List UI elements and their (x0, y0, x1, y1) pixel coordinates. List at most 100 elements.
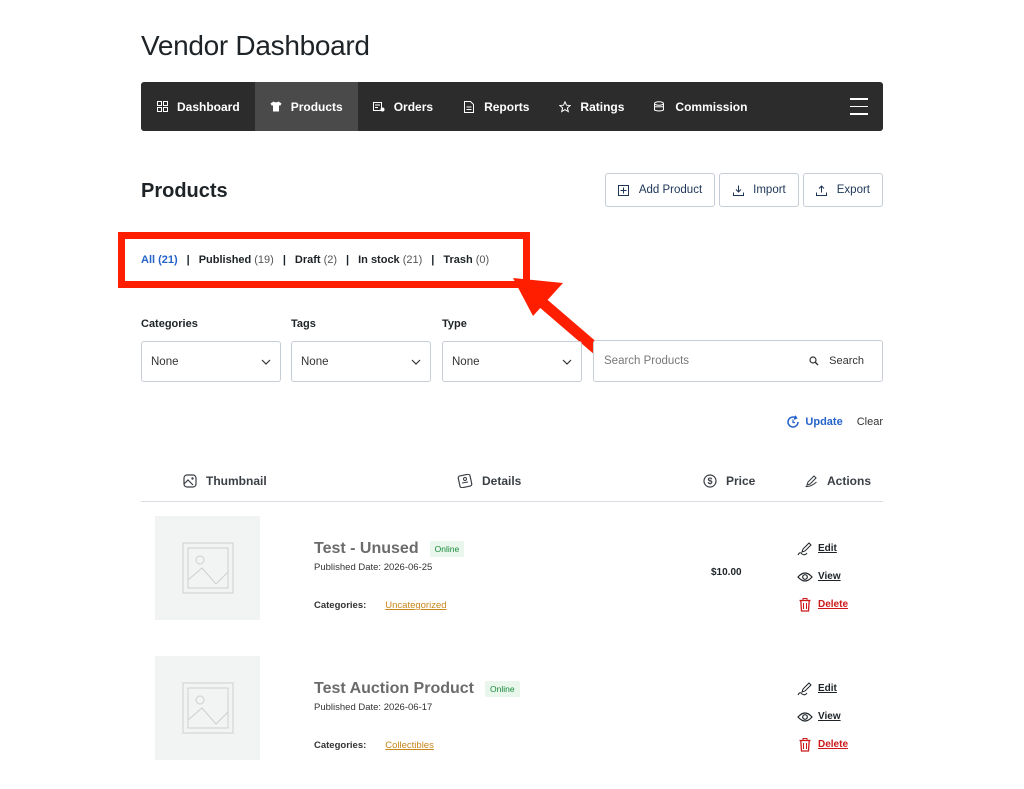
view-label: View (818, 571, 841, 582)
upload-icon (816, 184, 828, 196)
nav-label: Reports (484, 99, 530, 114)
pencil-circle-icon (804, 474, 818, 488)
product-name[interactable]: Test - Unused Online (314, 540, 465, 558)
pencil-icon (797, 541, 813, 556)
svg-text:$: $ (707, 476, 712, 486)
product-thumbnail[interactable] (155, 516, 260, 620)
chevron-down-icon (261, 356, 271, 368)
download-icon (732, 184, 744, 196)
categories-select[interactable]: None (141, 341, 281, 382)
update-label: Update (805, 416, 843, 428)
product-categories: Categories: Uncategorized (314, 600, 447, 611)
column-label: Thumbnail (206, 474, 267, 488)
add-product-button[interactable]: Add Product (604, 173, 716, 207)
products-table-header: Thumbnail Details $ Price Actions (141, 472, 883, 502)
status-badge: Online (429, 541, 465, 557)
select-value: None (301, 355, 329, 368)
row-actions: Edit View Delete (797, 540, 848, 613)
search-button[interactable]: Search (799, 355, 882, 367)
nav-label: Dashboard (177, 99, 240, 114)
column-thumbnail: Thumbnail (183, 474, 267, 488)
add-product-label: Add Product (638, 184, 703, 196)
annotation-highlight-box (118, 232, 530, 288)
nav-item-reports[interactable]: Reports (448, 82, 544, 131)
nav-item-ratings[interactable]: Ratings (544, 82, 639, 131)
edit-link[interactable]: Edit (797, 540, 848, 557)
trash-icon (797, 597, 813, 612)
export-label: Export (836, 184, 870, 196)
row-actions: Edit View Delete (797, 680, 848, 753)
nav-label: Commission (675, 99, 748, 114)
published-date: Published Date: 2026-06-25 (314, 562, 433, 573)
product-name-text: Test - Unused (314, 540, 419, 557)
column-price: $ Price (703, 474, 755, 488)
pencil-icon (797, 681, 813, 696)
report-file-icon (463, 100, 475, 113)
orders-icon (372, 101, 385, 113)
search-input[interactable] (594, 355, 800, 367)
tags-filter-label: Tags (291, 318, 316, 330)
product-name-text: Test Auction Product (314, 680, 474, 697)
nav-item-commission[interactable]: Commission (639, 82, 762, 131)
product-price: $10.00 (711, 567, 742, 578)
product-name[interactable]: Test Auction Product Online (314, 680, 520, 698)
star-icon (559, 100, 572, 113)
type-filter-label: Type (442, 318, 467, 330)
table-row: Test - Unused Online Published Date: 202… (141, 516, 883, 626)
categories-filter-label: Categories (141, 318, 198, 330)
column-label: Price (726, 474, 756, 488)
status-badge: Online (485, 681, 520, 697)
eye-icon (797, 711, 813, 723)
update-button[interactable]: Update (786, 415, 843, 429)
product-thumbnail[interactable] (155, 656, 260, 760)
trash-icon (797, 737, 813, 752)
view-link[interactable]: View (797, 568, 848, 585)
page-title: Vendor Dashboard (141, 30, 370, 61)
edit-link[interactable]: Edit (797, 680, 848, 697)
nav-label: Orders (393, 99, 434, 114)
delete-label: Delete (818, 739, 849, 750)
details-card-icon (457, 474, 473, 488)
search-button-label: Search (829, 355, 864, 367)
view-label: View (818, 711, 841, 722)
nav-item-products[interactable]: Products (254, 82, 358, 131)
tags-select[interactable]: None (291, 341, 431, 382)
select-value: None (151, 355, 179, 368)
clear-button[interactable]: Clear (857, 416, 883, 428)
dollar-circle-icon: $ (703, 474, 717, 488)
column-label: Actions (827, 474, 872, 488)
nav-label: Products (290, 99, 343, 114)
import-label: Import (753, 184, 786, 196)
category-link[interactable]: Collectibles (385, 740, 434, 751)
tshirt-icon (270, 101, 282, 113)
import-button[interactable]: Import (719, 173, 799, 207)
product-actions-toolbar: Add Product Import Export (604, 173, 883, 207)
chevron-down-icon (411, 356, 421, 368)
image-icon (183, 474, 197, 488)
delete-link[interactable]: Delete (797, 736, 848, 753)
select-value: None (452, 355, 480, 368)
type-select[interactable]: None (442, 341, 582, 382)
refresh-icon (786, 415, 800, 429)
nav-item-orders[interactable]: Orders (358, 82, 448, 131)
chevron-down-icon (562, 356, 572, 368)
delete-label: Delete (818, 599, 849, 610)
plus-square-icon (618, 184, 630, 196)
published-date: Published Date: 2026-06-17 (314, 702, 433, 713)
edit-label: Edit (818, 543, 837, 554)
products-heading: Products (141, 180, 228, 202)
column-details: Details (457, 474, 521, 488)
export-button[interactable]: Export (802, 173, 883, 207)
nav-label: Ratings (580, 99, 625, 114)
column-label: Details (482, 474, 522, 488)
delete-link[interactable]: Delete (797, 596, 848, 613)
view-link[interactable]: View (797, 708, 848, 725)
eye-icon (797, 571, 813, 583)
nav-item-dashboard[interactable]: Dashboard (141, 82, 255, 131)
update-clear-row: Update Clear (786, 415, 883, 429)
category-link[interactable]: Uncategorized (385, 600, 446, 611)
dashboard-grid-icon (156, 101, 168, 113)
table-row: Test Auction Product Online Published Da… (141, 656, 883, 766)
hamburger-menu-icon[interactable] (834, 82, 883, 131)
